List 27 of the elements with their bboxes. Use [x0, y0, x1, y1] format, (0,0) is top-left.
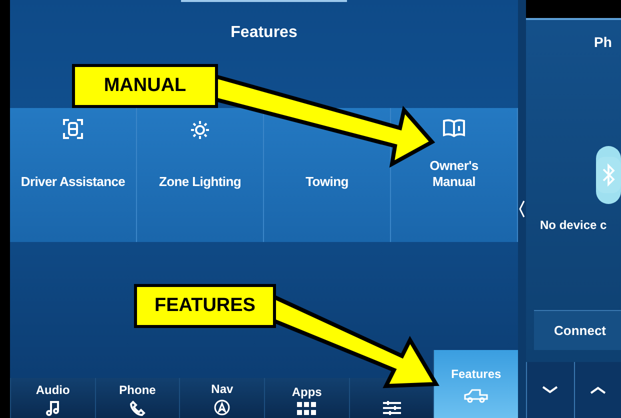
- scroll-down-button[interactable]: [526, 362, 574, 418]
- nav-tab[interactable]: Apps: [264, 378, 349, 418]
- chevron-left-icon[interactable]: [519, 200, 525, 218]
- book-icon: [442, 118, 466, 138]
- nav-tab[interactable]: Phone: [94, 378, 180, 418]
- phone-icon: [130, 400, 146, 416]
- grid-icon: [296, 402, 317, 416]
- feature-tile[interactable]: Zone Lighting: [137, 108, 264, 242]
- connect-button[interactable]: Connect: [534, 310, 621, 350]
- music-note-icon: [46, 400, 60, 416]
- sliders-icon: [382, 400, 402, 416]
- scroll-up-button[interactable]: [574, 362, 621, 418]
- screen-title: Features: [180, 0, 348, 42]
- feature-tile[interactable]: Owner's Manual: [391, 108, 518, 242]
- nav-tab[interactable]: Nav: [179, 378, 264, 418]
- light-icon: [188, 118, 212, 142]
- chevron-down-icon: [542, 386, 558, 394]
- feature-tile[interactable]: Driver Assistance: [10, 108, 137, 242]
- panel-title: Ph: [593, 33, 613, 52]
- status-message: No device c: [539, 218, 608, 232]
- bluetooth-icon: [596, 146, 621, 204]
- nav-tab[interactable]: Audio: [10, 378, 95, 418]
- callout-label: FEATURES: [134, 284, 276, 328]
- chevron-up-icon: [590, 386, 606, 394]
- car-frame-icon: [62, 118, 84, 140]
- callout-label: MANUAL: [72, 64, 218, 108]
- truck-icon: [463, 389, 490, 403]
